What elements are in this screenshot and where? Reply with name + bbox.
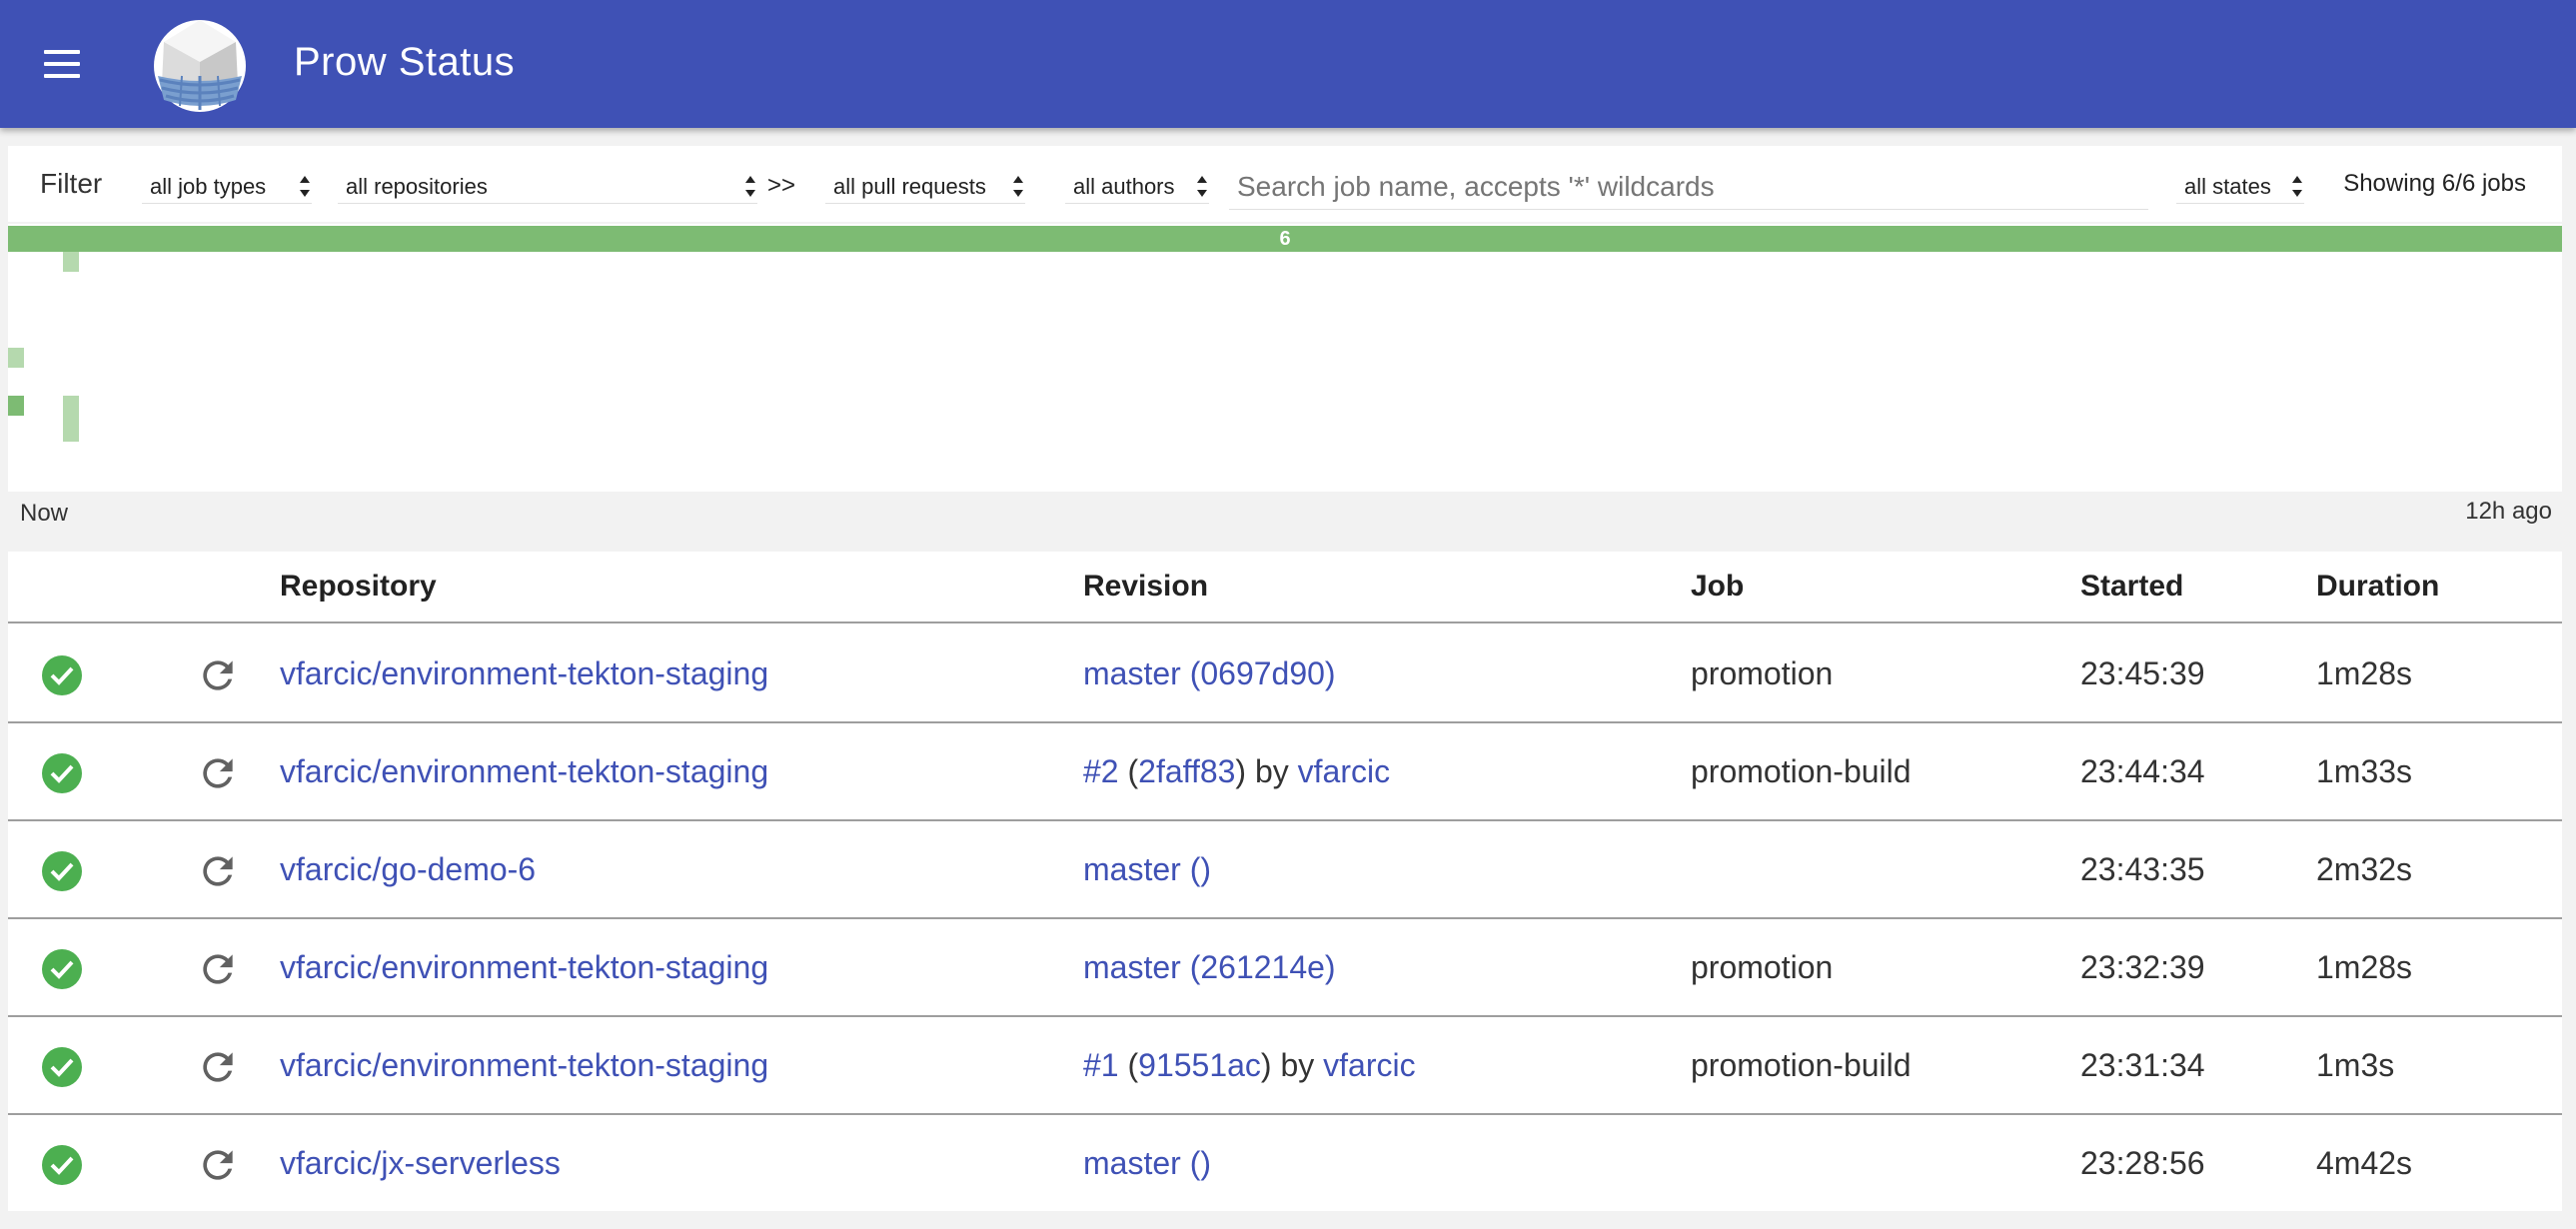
started-time: 23:44:34 xyxy=(2080,753,2205,789)
success-check-icon xyxy=(42,1145,82,1185)
revision-link[interactable]: master () xyxy=(1083,851,1211,888)
revision-by: ) by xyxy=(1235,753,1298,789)
histogram-summary-bar[interactable]: 6 xyxy=(8,226,2562,252)
histogram-axis-now: Now xyxy=(20,500,69,527)
author-link[interactable]: vfarcic xyxy=(1323,1047,1415,1083)
revision-cell: #2 (2faff83) by vfarcic xyxy=(1083,753,1390,790)
author-select[interactable]: all authors xyxy=(1065,170,1209,204)
success-check-icon xyxy=(42,851,82,891)
repository-link[interactable]: vfarcic/environment-tekton-staging xyxy=(280,753,768,790)
started-time: 23:28:56 xyxy=(2080,1145,2205,1181)
revision-paren-open: ( xyxy=(1118,1047,1139,1083)
repository-select-value: all repositories xyxy=(346,174,488,199)
author-link[interactable]: vfarcic xyxy=(1298,753,1390,789)
state-select[interactable]: all states xyxy=(2176,170,2304,204)
column-header-revision[interactable]: Revision xyxy=(1083,570,1208,604)
table-row: vfarcic/environment-tekton-staging maste… xyxy=(8,625,2562,723)
column-header-started[interactable]: Started xyxy=(2080,570,2183,604)
job-type-select-value: all job types xyxy=(150,174,267,199)
started-time: 23:31:34 xyxy=(2080,1047,2205,1083)
commit-link[interactable]: 2faff83 xyxy=(1138,753,1235,789)
histogram-axis-12h: 12h ago xyxy=(2465,498,2552,525)
rerun-icon[interactable] xyxy=(196,751,240,795)
rerun-icon[interactable] xyxy=(196,1143,240,1187)
job-name[interactable]: promotion-build xyxy=(1691,1047,1912,1084)
app-header: Prow Status xyxy=(0,0,2576,128)
job-name[interactable]: promotion xyxy=(1691,949,1833,986)
histogram-cell[interactable] xyxy=(8,348,24,368)
commit-link[interactable]: 91551ac xyxy=(1138,1047,1261,1083)
success-check-icon xyxy=(42,753,82,793)
duration: 4m42s xyxy=(2316,1145,2413,1181)
column-header-repository[interactable]: Repository xyxy=(280,570,437,604)
job-type-select[interactable]: all job types xyxy=(142,170,312,204)
column-header-job[interactable]: Job xyxy=(1691,570,1744,604)
select-arrows-icon xyxy=(745,176,755,198)
duration: 1m33s xyxy=(2316,753,2413,789)
revision-link[interactable]: master (0697d90) xyxy=(1083,655,1336,692)
rerun-icon[interactable] xyxy=(196,653,240,697)
expand-filters-button[interactable]: >> xyxy=(767,172,795,200)
rerun-icon[interactable] xyxy=(196,849,240,893)
repository-link[interactable]: vfarcic/environment-tekton-staging xyxy=(280,655,768,692)
select-arrows-icon xyxy=(2292,176,2302,198)
pull-request-select[interactable]: all pull requests xyxy=(825,170,1025,204)
duration: 1m28s xyxy=(2316,655,2413,691)
success-check-icon xyxy=(42,949,82,989)
select-arrows-icon xyxy=(1013,176,1023,198)
started-time: 23:43:35 xyxy=(2080,851,2205,887)
table-header: Repository Revision Job Started Duration xyxy=(8,552,2562,623)
prow-logo-icon xyxy=(154,20,246,112)
revision-link[interactable]: master () xyxy=(1083,1145,1211,1182)
repository-select[interactable]: all repositories xyxy=(338,170,757,204)
repository-link[interactable]: vfarcic/jx-serverless xyxy=(280,1145,561,1182)
job-search-input[interactable] xyxy=(1229,164,2148,210)
repository-link[interactable]: vfarcic/environment-tekton-staging xyxy=(280,949,768,986)
select-arrows-icon xyxy=(300,176,310,198)
page-title: Prow Status xyxy=(294,40,516,84)
revision-cell: #1 (91551ac) by vfarcic xyxy=(1083,1047,1416,1084)
rerun-icon[interactable] xyxy=(196,947,240,991)
histogram-count: 6 xyxy=(1279,228,1291,250)
histogram-cell[interactable] xyxy=(8,396,24,416)
success-check-icon xyxy=(42,1047,82,1087)
revision-paren-open: ( xyxy=(1118,753,1139,789)
job-name[interactable]: promotion xyxy=(1691,655,1833,692)
revision-by: ) by xyxy=(1260,1047,1324,1083)
filter-label: Filter xyxy=(40,168,103,199)
table-row: vfarcic/environment-tekton-staging #1 (9… xyxy=(8,1017,2562,1115)
started-time: 23:45:39 xyxy=(2080,655,2205,691)
pull-request-link[interactable]: #1 xyxy=(1083,1047,1119,1083)
started-time: 23:32:39 xyxy=(2080,949,2205,985)
duration: 2m32s xyxy=(2316,851,2413,887)
table-row: vfarcic/environment-tekton-staging maste… xyxy=(8,919,2562,1017)
table-row: vfarcic/environment-tekton-staging #2 (2… xyxy=(8,723,2562,821)
histogram-cell[interactable] xyxy=(63,252,79,272)
histogram-cell[interactable] xyxy=(63,396,79,442)
rerun-icon[interactable] xyxy=(196,1045,240,1089)
duration: 1m28s xyxy=(2316,949,2413,985)
author-select-value: all authors xyxy=(1073,174,1175,199)
filter-bar: Filter all job types all repositories >>… xyxy=(8,146,2562,222)
table-row: vfarcic/jx-serverless master () 23:28:56… xyxy=(8,1115,2562,1213)
repository-link[interactable]: vfarcic/environment-tekton-staging xyxy=(280,1047,768,1084)
revision-link[interactable]: master (261214e) xyxy=(1083,949,1336,986)
jobs-table: Repository Revision Job Started Duration… xyxy=(8,552,2562,1211)
repository-link[interactable]: vfarcic/go-demo-6 xyxy=(280,851,536,888)
duration: 1m3s xyxy=(2316,1047,2395,1083)
select-arrows-icon xyxy=(1197,176,1207,198)
success-check-icon xyxy=(42,655,82,695)
job-name[interactable]: promotion-build xyxy=(1691,753,1912,790)
job-histogram: 6 xyxy=(8,224,2562,492)
hamburger-menu-icon[interactable] xyxy=(40,46,86,82)
table-row: vfarcic/go-demo-6 master () 23:43:35 2m3… xyxy=(8,821,2562,919)
job-count-text: Showing 6/6 jobs xyxy=(2343,170,2526,197)
column-header-duration[interactable]: Duration xyxy=(2316,570,2439,604)
pull-request-select-value: all pull requests xyxy=(833,174,986,199)
state-select-value: all states xyxy=(2184,174,2271,199)
pull-request-link[interactable]: #2 xyxy=(1083,753,1119,789)
